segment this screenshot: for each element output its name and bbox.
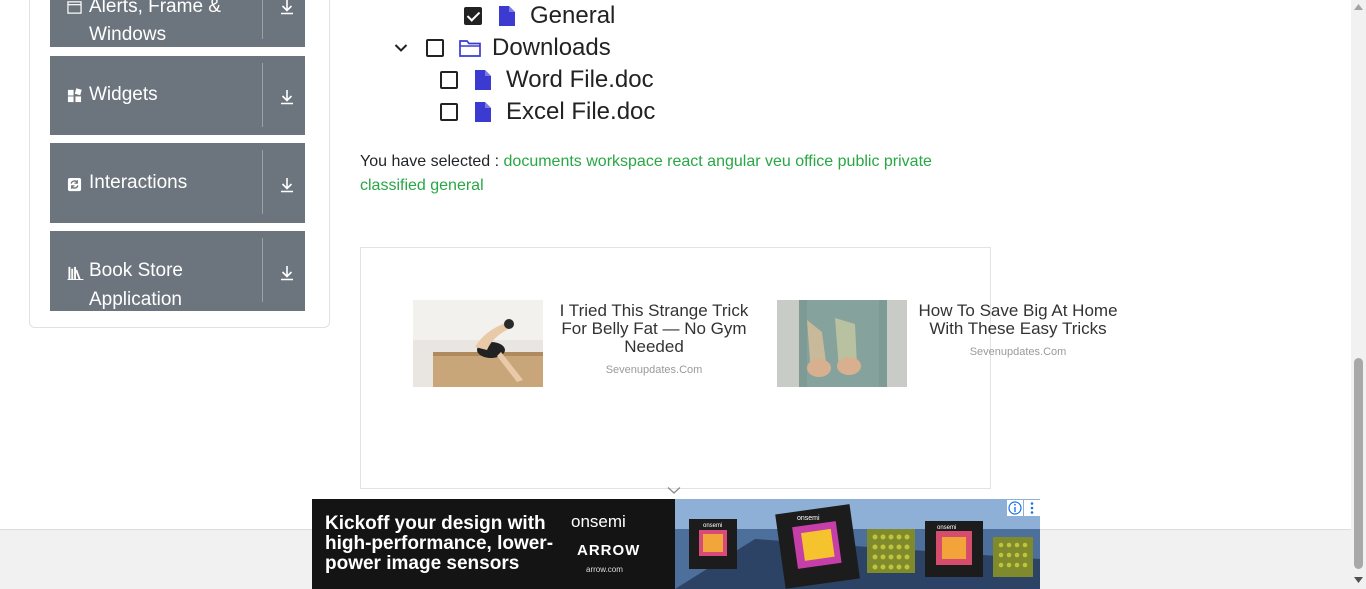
ad-source: Sevenupdates.Com — [969, 346, 1067, 358]
group-divider — [262, 150, 263, 214]
selection-values: documents workspace react angular veu of… — [503, 153, 932, 170]
checkbox-general[interactable] — [464, 7, 482, 25]
ad-title-line: For Belly Fat — No Gym — [561, 319, 747, 338]
books-icon — [67, 266, 84, 280]
selection-label: You have selected : — [360, 153, 500, 170]
checkbox-downloads[interactable] — [426, 39, 444, 57]
tree-node-excel-file: Excel File.doc — [440, 98, 655, 126]
sidebar-group-alerts[interactable]: Alerts, Frame & Windows — [50, 0, 305, 47]
sidebar-group-label: Interactions — [89, 172, 188, 193]
chevron-down-icon[interactable] — [394, 43, 408, 53]
folder-icon — [459, 40, 481, 57]
scroll-up-arrow-icon[interactable] — [1354, 4, 1363, 10]
download-icon[interactable] — [278, 0, 296, 16]
banner-brand-onsemi: onsemi — [571, 512, 626, 531]
tree-label-downloads[interactable]: Downloads — [492, 34, 611, 62]
banner-brand-url: arrow.com — [586, 565, 623, 574]
ad-title-line: How To Save Big At Home — [918, 301, 1118, 320]
sidebar-group-label-line2: Windows — [89, 24, 167, 45]
file-icon — [475, 102, 491, 122]
file-icon — [499, 6, 515, 26]
group-divider — [262, 238, 263, 302]
tree-label-excel-file[interactable]: Excel File.doc — [506, 98, 655, 126]
vertical-scrollbar[interactable] — [1351, 0, 1366, 589]
selection-values-line2: classified general — [360, 177, 484, 194]
banner-sensor-image: onsemi onsemi onsemi — [675, 499, 1040, 589]
chevron-down-icon[interactable] — [667, 486, 681, 495]
ad-title-line: With These Easy Tricks — [929, 319, 1107, 338]
group-divider — [262, 63, 263, 127]
file-icon — [475, 70, 491, 90]
sidebar-group-label-line2: Application — [89, 289, 182, 310]
ad-image-money[interactable] — [777, 300, 907, 387]
banner-headline-line: high-performance, lower- — [325, 533, 554, 554]
download-icon[interactable] — [278, 264, 296, 282]
banner-headline-line: Kickoff your design with — [325, 513, 546, 534]
scroll-down-arrow-icon[interactable] — [1354, 577, 1363, 583]
sidebar-group-bookstore[interactable]: Book Store Application — [50, 231, 305, 311]
group-divider — [262, 0, 263, 39]
banner-brand-arrow: ARROW — [577, 542, 641, 559]
ad-info-icon[interactable] — [1007, 500, 1023, 516]
sidebar-group-label: Alerts, Frame & — [89, 0, 221, 17]
ad-title-belly[interactable]: I Tried This Strange Trick For Belly Fat… — [548, 302, 760, 356]
ad-source: Sevenupdates.Com — [605, 364, 703, 376]
download-icon[interactable] — [278, 176, 296, 194]
ad-title-savings[interactable]: How To Save Big At Home With These Easy … — [912, 302, 1124, 338]
checkbox-word-file[interactable] — [440, 71, 458, 89]
checkbox-excel-file[interactable] — [440, 103, 458, 121]
sidebar-group-interactions[interactable]: Interactions — [50, 143, 305, 223]
chip-label: onsemi — [703, 523, 722, 529]
interactions-icon — [67, 177, 82, 192]
banner-headline-line: power image sensors — [325, 553, 520, 574]
sidebar-group-label: Book Store — [89, 260, 183, 281]
tree-node-word-file: Word File.doc — [440, 66, 654, 94]
window-icon — [67, 1, 82, 14]
tree-node-downloads: Downloads — [394, 34, 611, 62]
ad-title-line: Needed — [624, 337, 684, 356]
sidebar-group-label: Widgets — [89, 84, 158, 105]
ad-image-belly[interactable] — [413, 300, 543, 387]
banner-ad[interactable]: Kickoff your design with high-performanc… — [312, 499, 1040, 589]
tree-node-general: General — [464, 2, 615, 30]
widgets-icon — [67, 88, 82, 103]
chip-label: onsemi — [797, 515, 820, 522]
banner-headline: Kickoff your design with high-performanc… — [325, 514, 565, 574]
selection-result: You have selected : documents workspace … — [360, 150, 960, 198]
tree-label-word-file[interactable]: Word File.doc — [506, 66, 654, 94]
tree-label-general[interactable]: General — [530, 2, 615, 30]
sidebar-group-widgets[interactable]: Widgets — [50, 56, 305, 135]
chip-label: onsemi — [937, 525, 956, 531]
ad-title-line: I Tried This Strange Trick — [559, 301, 749, 320]
ad-options-icon[interactable] — [1024, 500, 1040, 516]
scrollbar-thumb[interactable] — [1354, 358, 1363, 569]
download-icon[interactable] — [278, 88, 296, 106]
